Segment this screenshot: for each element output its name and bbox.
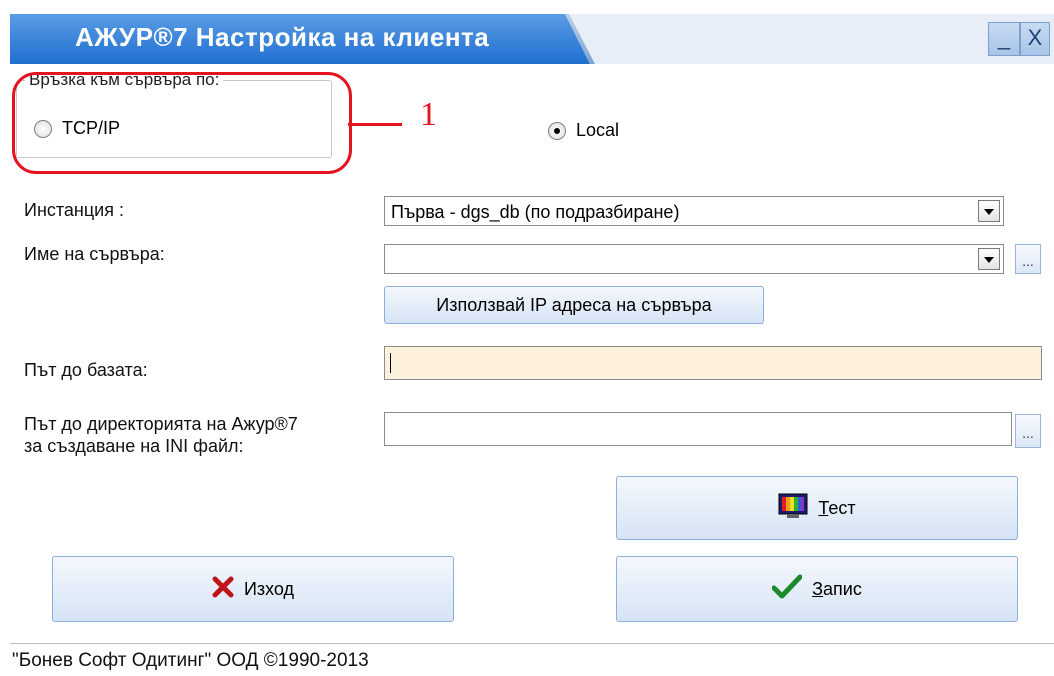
use-ip-button-label: Използвай IP адреса на сървъра xyxy=(436,294,712,315)
monitor-icon xyxy=(778,493,808,524)
annotation-line xyxy=(348,123,402,126)
close-x-icon xyxy=(212,576,234,603)
server-browse-button[interactable]: ... xyxy=(1015,244,1041,274)
save-button[interactable]: Запис xyxy=(616,556,1018,622)
instance-select[interactable]: Първа - dgs_db (по подразбиране) xyxy=(384,196,1004,226)
minimize-button[interactable]: _ xyxy=(988,22,1020,56)
status-bar: "Бонев Софт Одитинг" ООД ©1990-2013 xyxy=(10,643,1054,676)
test-button-label: Тест xyxy=(818,497,856,518)
radio-local-circle[interactable] xyxy=(548,121,566,140)
server-name-select[interactable] xyxy=(384,244,1004,274)
instance-value: Първа - dgs_db (по подразбиране) xyxy=(391,202,680,222)
title-bar[interactable]: АЖУР®7 Настройка на клиента _ X xyxy=(10,14,1054,64)
db-path-input[interactable] xyxy=(384,346,1042,380)
radio-local[interactable]: Local xyxy=(548,120,619,141)
instance-label: Инстанция : xyxy=(24,200,124,220)
copyright-text: "Бонев Софт Одитинг" ООД ©1990-2013 xyxy=(12,650,369,671)
ini-browse-button[interactable]: ... xyxy=(1015,414,1041,448)
radio-local-label: Local xyxy=(576,120,620,140)
exit-button-label: Изход xyxy=(243,578,295,599)
text-caret xyxy=(390,353,391,373)
save-button-label: Запис xyxy=(812,578,862,599)
chevron-down-icon[interactable] xyxy=(978,200,1000,222)
exit-button[interactable]: Изход xyxy=(52,556,454,622)
annotation-number: 1 xyxy=(420,96,437,133)
ini-path-input[interactable] xyxy=(384,412,1012,446)
window-title: АЖУР®7 Настройка на клиента xyxy=(75,22,490,52)
chevron-down-icon[interactable] xyxy=(978,248,1000,270)
server-name-label: Име на сървъра: xyxy=(24,244,165,264)
use-ip-button[interactable]: Използвай IP адреса на сървъра xyxy=(384,286,764,324)
annotation-oval xyxy=(12,72,352,174)
ini-path-label-line1: Път до директорията на Ажур®7 xyxy=(24,414,298,434)
test-button[interactable]: Тест xyxy=(616,476,1018,540)
close-button[interactable]: X xyxy=(1020,22,1050,56)
checkmark-icon xyxy=(771,574,803,605)
ini-path-label-line2: за създаване на INI файл: xyxy=(24,436,244,456)
db-path-label: Път до базата: xyxy=(24,360,148,380)
